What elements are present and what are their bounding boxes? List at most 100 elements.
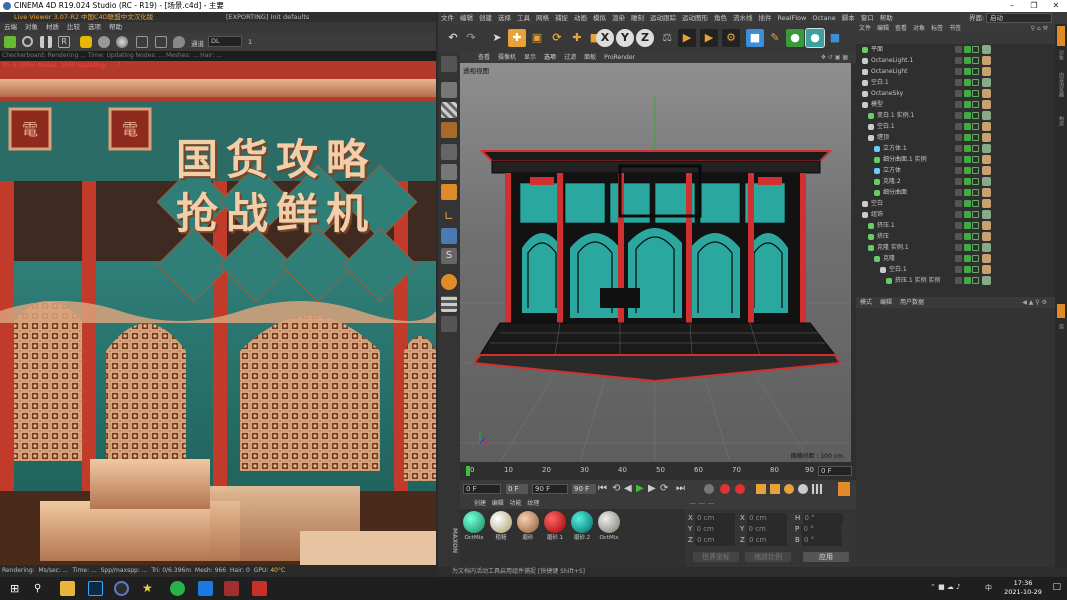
enabled-check[interactable] bbox=[964, 189, 971, 196]
pin-icon[interactable] bbox=[173, 36, 185, 48]
menu-mesh[interactable]: 网格 bbox=[533, 12, 552, 24]
wps-icon[interactable] bbox=[252, 581, 267, 596]
move-icon[interactable]: ✚ bbox=[508, 29, 526, 47]
object-row[interactable]: 克隆 bbox=[856, 253, 1055, 264]
menu-character[interactable]: 角色 bbox=[711, 12, 730, 24]
visibility-dot[interactable] bbox=[955, 112, 962, 119]
attr-menu-mode[interactable]: 模式 bbox=[856, 297, 876, 308]
om-menu-objects[interactable]: 对象 bbox=[910, 24, 928, 34]
object-name[interactable]: 空白 bbox=[871, 198, 883, 209]
object-row[interactable]: 克隆.2 bbox=[856, 176, 1055, 187]
autokey-icon[interactable] bbox=[720, 484, 730, 494]
visibility-dot[interactable] bbox=[955, 233, 962, 240]
tag-icon[interactable] bbox=[982, 67, 991, 76]
apply-button[interactable]: 应用 bbox=[803, 552, 849, 562]
object-name[interactable]: 平面 bbox=[871, 44, 883, 55]
vp-menu-camera[interactable]: 摄像机 bbox=[494, 52, 520, 63]
key-pla-icon[interactable] bbox=[812, 484, 822, 494]
y-axis-button[interactable]: Y bbox=[616, 29, 634, 47]
object-name[interactable]: 挤压 bbox=[877, 231, 889, 242]
layer-toggle[interactable] bbox=[972, 68, 979, 75]
object-row[interactable]: OctaneLight.1 bbox=[856, 55, 1055, 66]
next-frame-icon[interactable]: ▶ bbox=[648, 483, 656, 494]
visibility-dot[interactable] bbox=[955, 145, 962, 152]
material-item[interactable]: OctMix bbox=[462, 511, 486, 541]
object-name[interactable]: 挤压.1 实例 实例 bbox=[895, 275, 941, 286]
layer-toggle[interactable] bbox=[972, 200, 979, 207]
object-row[interactable]: 变白.1 实例.1 bbox=[856, 110, 1055, 121]
viewport-3d[interactable]: 透视视图 网格间距: 100 cm bbox=[460, 63, 851, 462]
menu-mograph[interactable]: 运动图形 bbox=[679, 12, 711, 24]
coord-sz-field[interactable]: 0 cm bbox=[747, 535, 788, 546]
menu-animate[interactable]: 动画 bbox=[571, 12, 590, 24]
world-coord-select[interactable]: 世界坐标 bbox=[693, 552, 739, 562]
layer-toggle[interactable] bbox=[972, 266, 979, 273]
frame-start-field[interactable]: 0 F bbox=[463, 484, 501, 494]
settings-gear-icon[interactable] bbox=[98, 36, 110, 48]
lv-menu-help[interactable]: 帮助 bbox=[105, 22, 126, 33]
visibility-dot[interactable] bbox=[955, 255, 962, 262]
menu-file[interactable]: 文件 bbox=[438, 12, 457, 24]
tag-icon[interactable] bbox=[982, 111, 991, 120]
visibility-dot[interactable] bbox=[955, 123, 962, 130]
menu-plugins[interactable]: 插件 bbox=[756, 12, 775, 24]
attr-nav-icons[interactable]: ◀ ▲ ⚲ ⚙ bbox=[1018, 297, 1051, 308]
object-name[interactable]: 变白.1 实例.1 bbox=[877, 110, 914, 121]
solo-icon[interactable] bbox=[441, 316, 457, 332]
visibility-dot[interactable] bbox=[955, 167, 962, 174]
z-axis-button[interactable]: Z bbox=[636, 29, 654, 47]
keyframe-select-icon[interactable] bbox=[735, 484, 745, 494]
object-row[interactable]: 空白.1 bbox=[856, 77, 1055, 88]
object-name[interactable]: 立方体.1 bbox=[883, 143, 907, 154]
scale-mode-select[interactable]: 缩放比例 bbox=[745, 552, 791, 562]
coord-z-field[interactable]: 0 cm bbox=[695, 535, 736, 546]
layer-toggle[interactable] bbox=[972, 156, 979, 163]
object-row[interactable]: 组饰 bbox=[856, 209, 1055, 220]
tab-content-browser[interactable]: 内容浏览器 bbox=[1057, 72, 1065, 97]
material-sphere-icon[interactable] bbox=[116, 36, 128, 48]
object-row[interactable]: 挤压.1 实例 实例 bbox=[856, 275, 1055, 286]
object-name[interactable]: 模型 bbox=[871, 99, 883, 110]
material-item[interactable]: 磨砂.2 bbox=[570, 511, 594, 541]
go-start-icon[interactable]: ⏮ bbox=[598, 483, 607, 494]
menu-simulate[interactable]: 模拟 bbox=[590, 12, 609, 24]
layer-toggle[interactable] bbox=[972, 211, 979, 218]
tag-icon[interactable] bbox=[982, 155, 991, 164]
axis-mode-icon[interactable]: ∟ bbox=[441, 208, 457, 224]
enabled-check[interactable] bbox=[964, 112, 971, 119]
tab-layers[interactable]: 层 bbox=[1057, 324, 1065, 329]
mat-menu-texture[interactable]: 纹理 bbox=[527, 500, 539, 507]
channel-select[interactable]: DL bbox=[208, 36, 242, 47]
visibility-dot[interactable] bbox=[955, 101, 962, 108]
timeline-window-icon[interactable] bbox=[838, 482, 850, 496]
redo-icon[interactable]: ↷ bbox=[462, 29, 480, 47]
object-row[interactable]: 克隆 实例.1 bbox=[856, 242, 1055, 253]
render-picture-viewer-icon[interactable]: ▶ bbox=[700, 29, 718, 47]
vp-menu-prorender[interactable]: ProRender bbox=[600, 52, 639, 63]
tag-icon[interactable] bbox=[982, 89, 991, 98]
coord-h-field[interactable]: 0 ° bbox=[802, 513, 843, 524]
key-scale-icon[interactable] bbox=[770, 484, 780, 494]
object-name[interactable]: 细分曲面 bbox=[883, 187, 907, 198]
cloner-icon[interactable]: ● bbox=[805, 28, 825, 48]
menu-create[interactable]: 创建 bbox=[476, 12, 495, 24]
x-axis-button[interactable]: X bbox=[596, 29, 614, 47]
key-position-icon[interactable] bbox=[756, 484, 766, 494]
object-row[interactable]: 空白.1 bbox=[856, 264, 1055, 275]
menu-sculpt[interactable]: 雕刻 bbox=[628, 12, 647, 24]
layer-toggle[interactable] bbox=[972, 90, 979, 97]
object-row[interactable]: 挤压 bbox=[856, 231, 1055, 242]
planar-workplane-icon[interactable] bbox=[441, 296, 457, 312]
object-name[interactable]: 空白.1 bbox=[889, 264, 907, 275]
favorites-icon[interactable]: ★ bbox=[142, 581, 157, 596]
visibility-dot[interactable] bbox=[955, 90, 962, 97]
coord-sx-field[interactable]: 0 cm bbox=[747, 513, 788, 524]
visibility-dot[interactable] bbox=[955, 79, 962, 86]
enabled-check[interactable] bbox=[964, 211, 971, 218]
object-name[interactable]: 缠顶 bbox=[877, 132, 889, 143]
tab-structure[interactable]: 构造 bbox=[1057, 116, 1065, 126]
viewport-nav-icons[interactable]: ✥ ↺ ▣ ▦ bbox=[817, 52, 852, 63]
tag-icon[interactable] bbox=[982, 232, 991, 241]
vp-menu-panel[interactable]: 面板 bbox=[580, 52, 600, 63]
tag-icon[interactable] bbox=[982, 243, 991, 252]
